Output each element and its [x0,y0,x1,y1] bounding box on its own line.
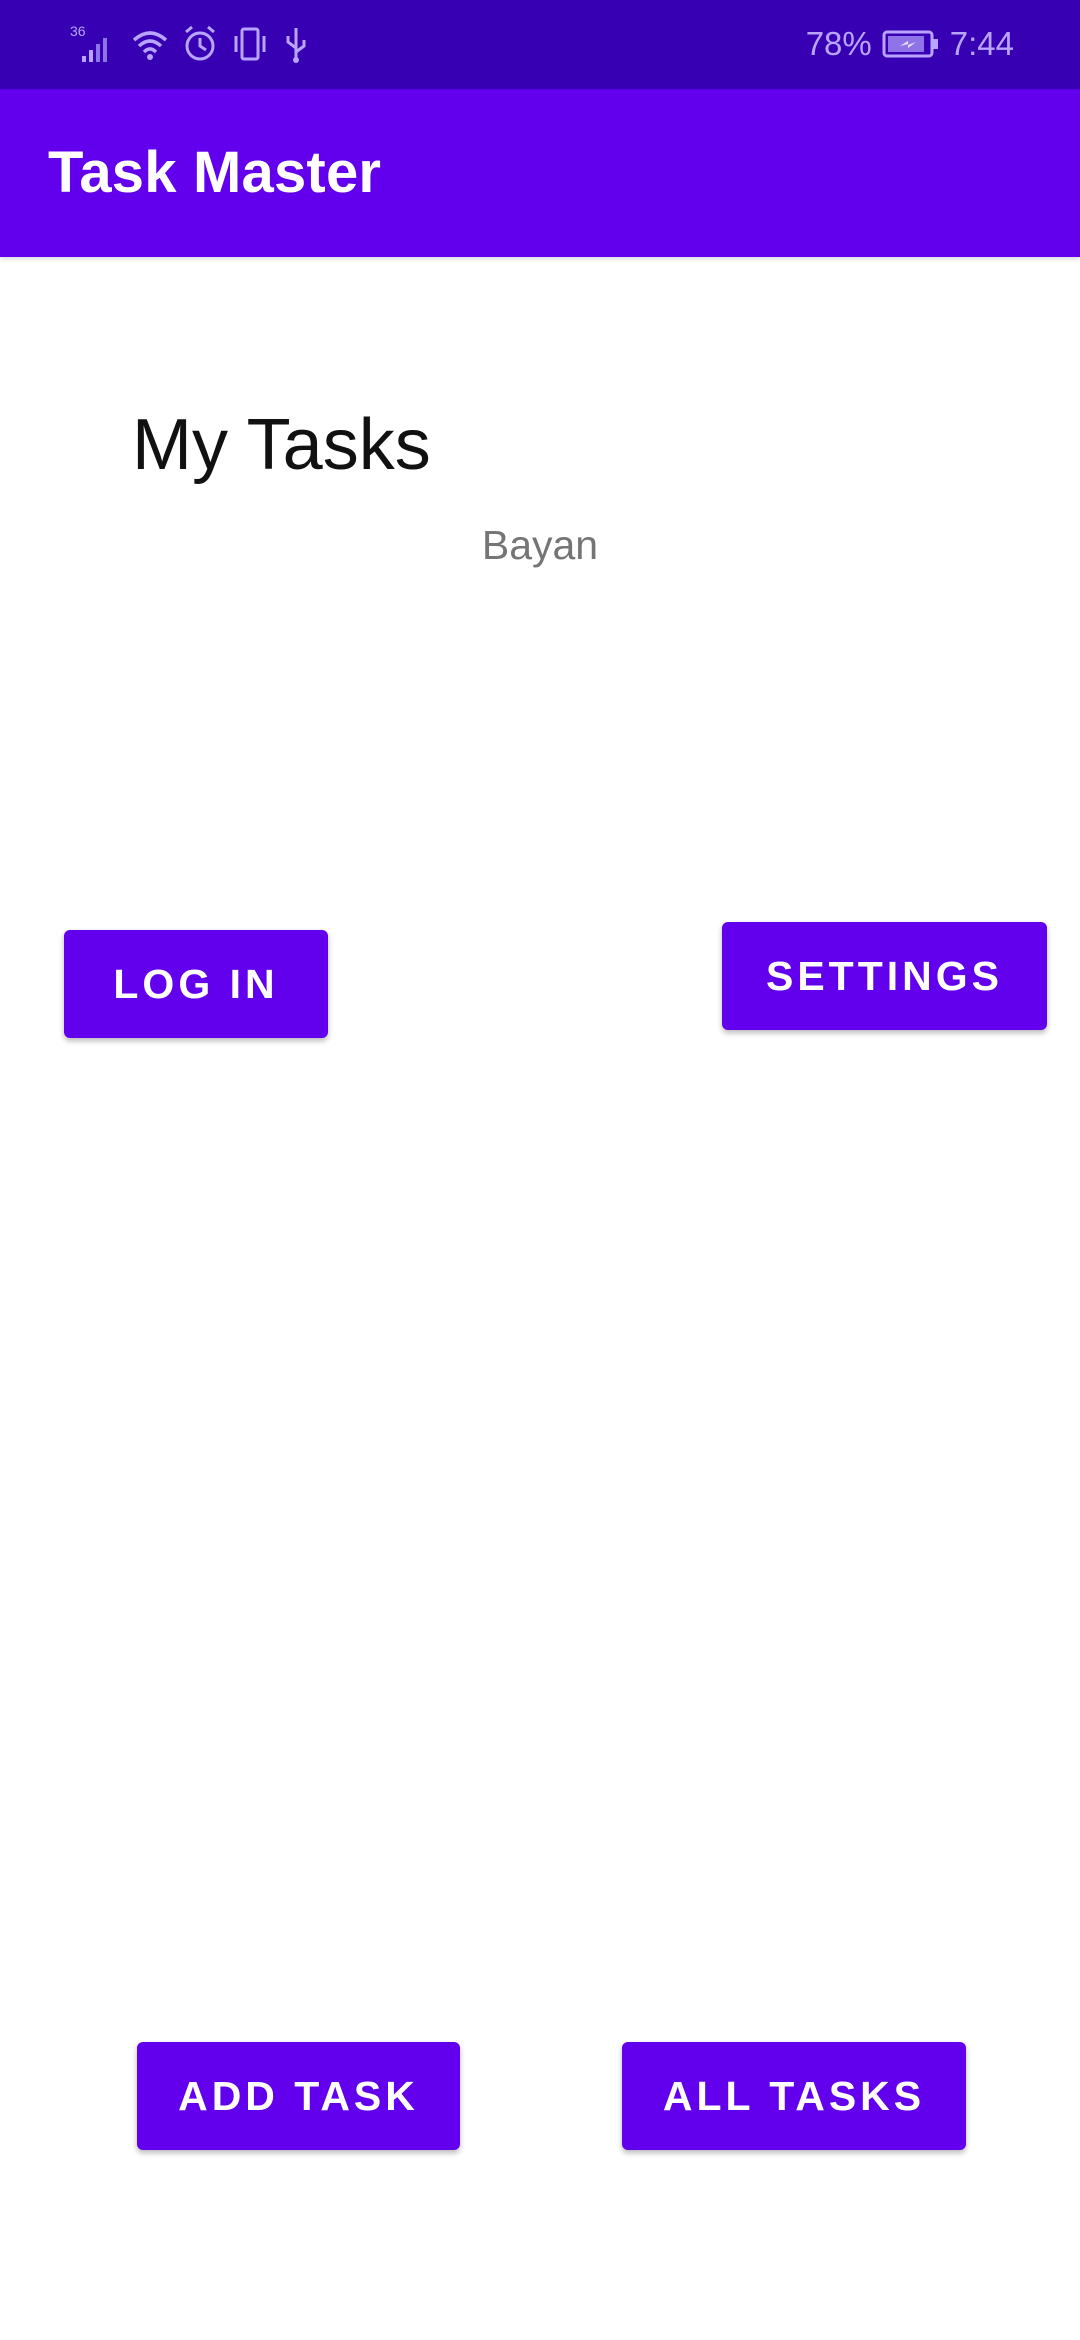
alarm-icon [182,22,218,66]
usb-icon [282,22,310,66]
app-bar: Task Master [0,89,1080,257]
all-tasks-button[interactable]: ALL TASKS [622,2042,966,2150]
battery-percent: 78% [805,25,872,62]
screen: 36 78% 7:44 Task Master My Tasks Bayan L… [0,0,1080,2340]
status-right: 78% 7:44 [806,22,1014,66]
username-label: Bayan [481,522,599,568]
signal-icon: 36 [68,22,118,66]
wifi-icon [130,22,170,66]
clock: 7:44 [949,25,1014,62]
app-title: Task Master [48,140,382,205]
status-icons: 36 [68,22,310,66]
login-button[interactable]: LOG IN [64,930,328,1038]
vibrate-icon [230,22,270,66]
status-bar: 36 78% 7:44 [0,0,1080,89]
page-title: My Tasks [132,405,431,485]
add-task-button[interactable]: ADD TASK [137,2042,460,2150]
battery-charging-icon [882,29,940,59]
settings-button[interactable]: SETTINGS [722,922,1047,1030]
network-type-label: 36 [70,23,86,39]
